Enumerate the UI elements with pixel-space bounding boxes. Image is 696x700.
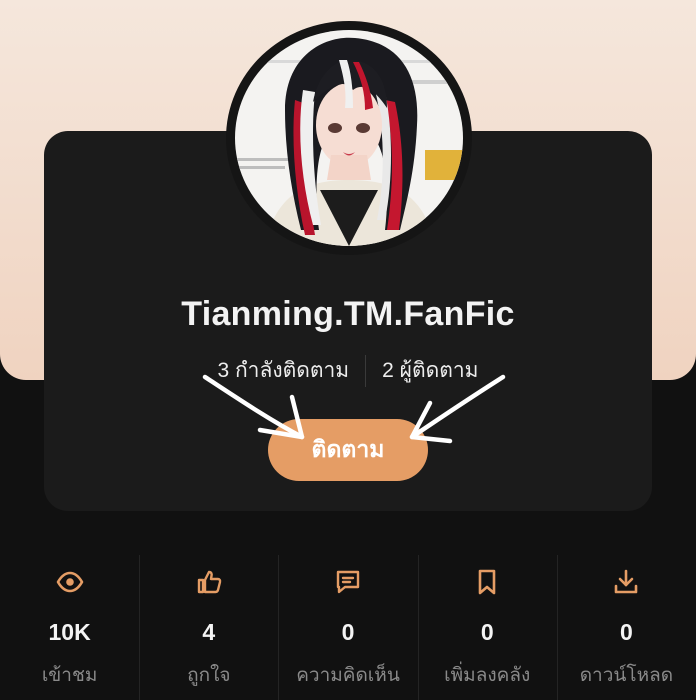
metric-downloads: 0 ดาวน์โหลด (556, 555, 696, 700)
followers-count[interactable]: 2 ผู้ติดตาม (382, 354, 478, 387)
stats-divider (365, 354, 367, 387)
following-count[interactable]: 3 กำลังติดตาม (217, 354, 349, 387)
metric-label: ถูกใจ (187, 665, 231, 686)
metric-value: 10K (48, 619, 91, 645)
metric-views: 10K เข้าชม (0, 555, 139, 700)
follow-button[interactable]: ติดตาม (268, 419, 428, 481)
metric-label: ความคิดเห็น (296, 665, 400, 686)
metric-label: เพิ่มลงคลัง (444, 665, 531, 686)
follow-stats: 3 กำลังติดตาม 2 ผู้ติดตาม (44, 354, 652, 387)
eye-icon (55, 567, 85, 597)
metric-label: ดาวน์โหลด (579, 665, 674, 686)
metric-value: 0 (341, 619, 355, 645)
metric-comments: 0 ความคิดเห็น (278, 555, 417, 700)
profile-page: Tianming.TM.FanFic 3 กำลังติดตาม 2 ผู้ติ… (0, 0, 696, 700)
metric-value: 0 (620, 619, 633, 645)
metric-value: 0 (480, 619, 494, 645)
avatar-image (235, 30, 463, 246)
avatar[interactable] (226, 21, 472, 255)
stats-bar: 10K เข้าชม 4 ถูกใจ 0 ความคิดเห็น 0 เพิ่ม… (0, 555, 696, 700)
metric-value: 4 (202, 619, 216, 645)
metric-likes: 4 ถูกใจ (139, 555, 278, 700)
metric-library: 0 เพิ่มลงคลัง (417, 555, 557, 700)
bookmark-icon (472, 567, 502, 597)
thumbs-up-icon (194, 567, 224, 597)
download-icon (611, 567, 641, 597)
username: Tianming.TM.FanFic (181, 295, 515, 333)
comment-icon (333, 567, 363, 597)
metric-label: เข้าชม (41, 665, 98, 686)
